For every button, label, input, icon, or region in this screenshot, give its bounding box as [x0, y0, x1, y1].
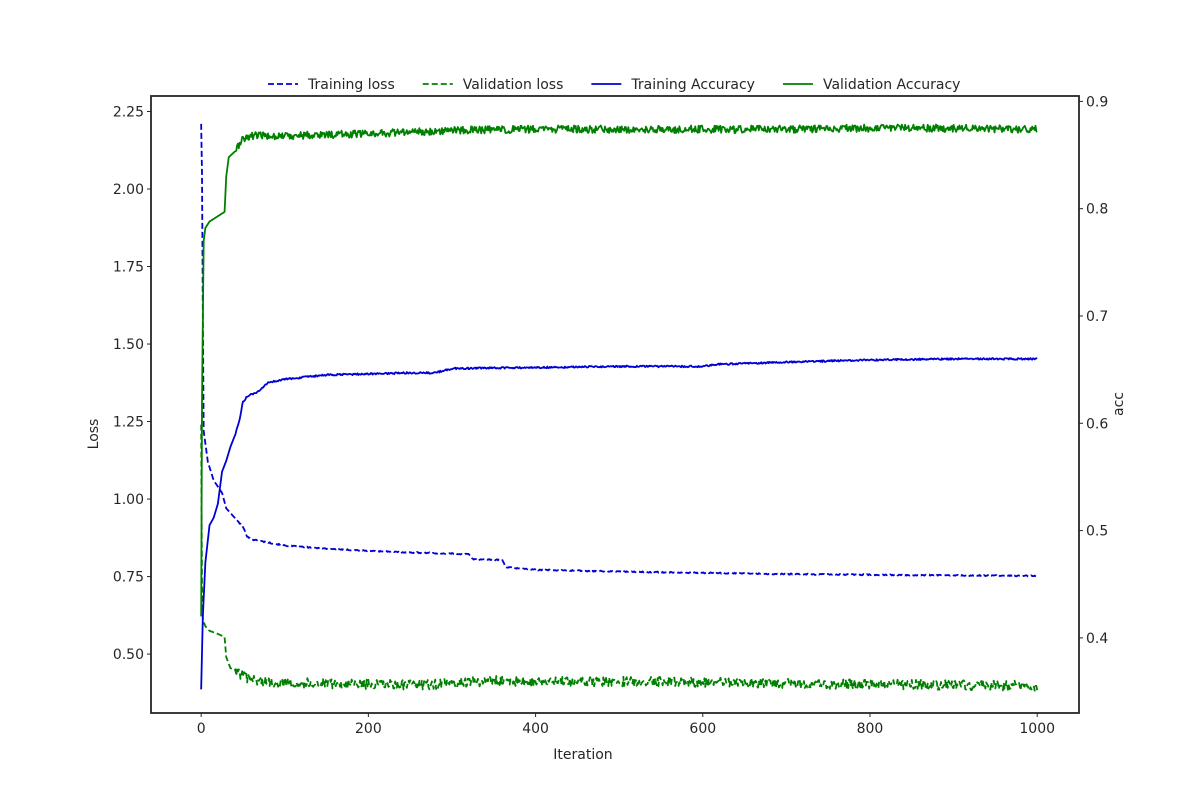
- y-left-tick-label: 0.50: [113, 647, 144, 663]
- series-line-validation-accuracy: [200, 123, 1038, 617]
- series-layer: [200, 123, 1039, 692]
- x-axis-title: Iteration: [553, 747, 612, 763]
- legend: Training loss Validation loss Training Acc…: [268, 77, 960, 93]
- legend-label: Validation Accuracy: [823, 77, 961, 93]
- y-left-tick-label: 2.00: [113, 182, 144, 198]
- loss-accuracy-chart: Training loss Validation loss Training Acc…: [86, 77, 1127, 763]
- y-right-tick-label: 0.9: [1086, 94, 1108, 110]
- plot-frame: [150, 95, 1080, 714]
- x-tick-label: 400: [522, 721, 549, 737]
- y-axis-title-right: acc: [1111, 392, 1127, 416]
- series-line-training-loss: [200, 123, 1038, 578]
- y-left-tick-label: 1.75: [113, 260, 144, 276]
- y-right-tick-label: 0.8: [1086, 202, 1108, 218]
- legend-label: Validation loss: [463, 77, 564, 93]
- y-left-tick-label: 2.25: [113, 105, 144, 121]
- y-right-tick-label: 0.5: [1086, 524, 1108, 540]
- y-left-tick-label: 1.00: [113, 492, 144, 508]
- x-tick-label: 600: [689, 721, 716, 737]
- y-right-tick-label: 0.4: [1086, 631, 1108, 647]
- x-tick-label: 1000: [1019, 721, 1055, 737]
- series-line-validation-loss: [200, 424, 1039, 692]
- x-tick-label: 800: [857, 721, 884, 737]
- x-tick-label: 200: [355, 721, 382, 737]
- legend-label: Training Accuracy: [630, 77, 755, 93]
- series-line-training-accuracy: [200, 357, 1038, 690]
- y-right-tick-label: 0.7: [1086, 309, 1108, 325]
- legend-label: Training loss: [307, 77, 395, 93]
- y-axis-title-left: Loss: [86, 419, 102, 450]
- y-left-tick-label: 0.75: [113, 570, 144, 586]
- x-tick-label: 0: [197, 721, 206, 737]
- ticks-layer: 0 200 400 600 800 1000 0.50 0.75 1.00 1.25 1.50 1.7…: [113, 94, 1109, 737]
- y-left-tick-label: 1.50: [113, 337, 144, 353]
- y-left-tick-label: 1.25: [113, 415, 144, 431]
- y-right-tick-label: 0.6: [1086, 416, 1108, 432]
